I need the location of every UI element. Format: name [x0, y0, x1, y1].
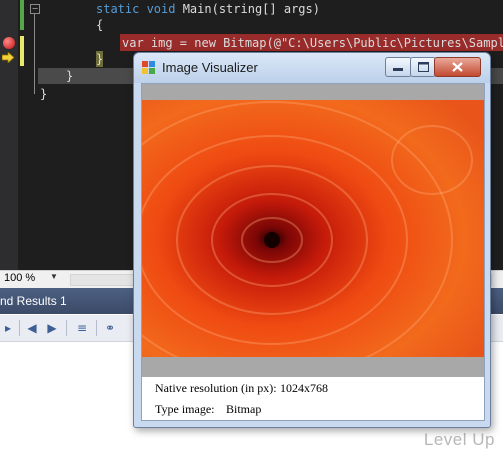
method-signature-text: Main(string[] args): [175, 2, 320, 16]
keyword-var: var: [122, 36, 144, 50]
outline-guide: [34, 14, 35, 94]
collapse-toggle[interactable]: −: [30, 4, 40, 14]
code-line-close-brace-method[interactable]: }: [66, 68, 73, 84]
zoom-level-value: 100 %: [4, 272, 36, 284]
goto-location-icon[interactable]: ▸: [0, 320, 16, 336]
visualizer-title-bar[interactable]: Image Visualizer: [134, 53, 490, 83]
minimize-icon: [393, 68, 403, 71]
maximize-button[interactable]: [410, 57, 436, 77]
keyword-static-void: static void: [96, 2, 176, 16]
change-indicator-unsaved: [20, 36, 24, 66]
find-results-title: nd Results 1: [0, 294, 67, 308]
flower-image: [142, 100, 484, 357]
breakpoint-icon[interactable]: [3, 37, 15, 49]
app-icon: [142, 61, 155, 74]
clear-all-icon[interactable]: ≡: [74, 320, 90, 336]
code-line-close-brace-current[interactable]: }: [96, 51, 104, 67]
previous-location-icon[interactable]: ◀: [24, 320, 40, 336]
execution-pointer-arrow-icon: [2, 52, 15, 63]
code-line-bitmap-statement[interactable]: var img = new Bitmap(@"C:\Users\Public\P…: [122, 35, 503, 51]
image-visualizer-window[interactable]: Image Visualizer Native resolution (in p…: [133, 52, 491, 428]
code-line-open-brace[interactable]: {: [96, 17, 103, 33]
find-binoculars-icon[interactable]: ⚭: [102, 320, 118, 336]
image-viewport: [142, 84, 484, 377]
window-title: Image Visualizer: [162, 60, 258, 75]
native-resolution-value: 1024x768: [280, 381, 328, 395]
next-location-icon[interactable]: ▶: [44, 320, 60, 336]
code-line-close-brace-class[interactable]: }: [40, 86, 47, 102]
close-button[interactable]: [434, 57, 481, 77]
native-resolution-label: Native resolution (in px):: [155, 381, 277, 395]
watermark: Level Up: [423, 430, 495, 449]
close-icon: [452, 62, 463, 72]
type-image-value: Bitmap: [226, 402, 262, 416]
type-image-label: Type image:: [155, 402, 215, 416]
minimize-button[interactable]: [385, 57, 412, 77]
change-indicator-saved: [20, 0, 24, 30]
code-line-method-signature[interactable]: static void Main(string[] args): [96, 1, 320, 17]
maximize-icon: [418, 62, 429, 72]
chevron-down-icon[interactable]: ▼: [50, 272, 58, 281]
toolbar-separator: [66, 320, 67, 336]
visualizer-client-area: Native resolution (in px): 1024x768 Type…: [141, 83, 485, 421]
statement-text: img = new Bitmap(@"C:\Users\Public\Pictu…: [143, 36, 503, 50]
toolbar-separator: [19, 320, 20, 336]
toolbar-separator: [96, 320, 97, 336]
